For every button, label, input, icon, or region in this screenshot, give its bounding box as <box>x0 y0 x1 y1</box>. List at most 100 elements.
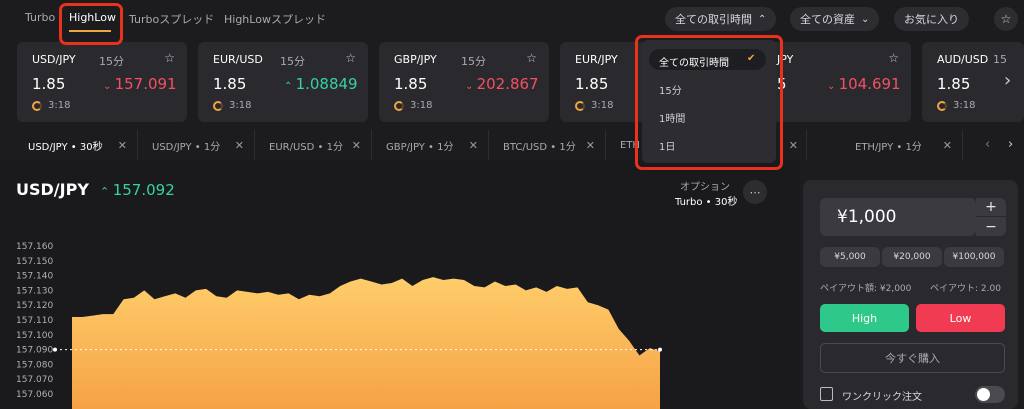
y-tick-label: 157.080 <box>16 360 53 370</box>
card-duration: 15分 <box>280 55 305 68</box>
chart-price-value: 157.092 <box>112 181 175 199</box>
card-payout: 1.85 <box>575 75 609 93</box>
card-payout: 1.85 <box>937 75 971 93</box>
asset-card-gbpjpy[interactable]: GBP/JPY 15分 ☆ 1.85 ⌄ 202.867 3:18 <box>379 42 549 122</box>
y-tick-label: 157.070 <box>16 375 53 385</box>
one-click-toggle[interactable] <box>975 386 1005 403</box>
asset-tab[interactable]: BTC/USD • 1分 ✕ <box>489 130 606 160</box>
minus-icon[interactable]: − <box>976 217 1006 236</box>
arrow-down-icon: ⌄ <box>103 81 115 92</box>
arrow-up-icon: ⌃ <box>284 81 296 92</box>
asset-card-eurusd[interactable]: EUR/USD 15分 ☆ 1.85 ⌃ 1.08849 3:18 <box>198 42 368 122</box>
chart-pair-title: USD/JPY <box>16 180 89 199</box>
asset-tab[interactable]: USD/JPY • 1分 ✕ <box>138 130 255 160</box>
current-price-marker <box>658 347 662 352</box>
asset-card-usdjpy[interactable]: USD/JPY 15分 ☆ 1.85 ⌄ 157.091 3:18 <box>17 42 187 122</box>
card-price: ⌄ 104.691 <box>827 75 901 93</box>
favorites-button[interactable]: お気に入り <box>894 7 969 31</box>
y-tick-label: 157.110 <box>16 316 53 326</box>
time-filter-button[interactable]: 全ての取引時間 ⌃ <box>665 7 777 31</box>
card-time: 3:18 <box>229 100 252 111</box>
chevron-right-icon[interactable]: › <box>1008 137 1013 152</box>
card-price-value: 202.867 <box>476 75 539 93</box>
asset-tab-label: EUR/USD • 1分 <box>269 141 343 153</box>
price-chart: 157.160 157.150 157.140 157.130 157.120 157.1… <box>16 242 662 409</box>
option-value: Turbo • 30秒 <box>675 197 738 208</box>
card-pair: GBP/JPY <box>394 53 437 66</box>
chevron-right-icon[interactable]: › <box>1004 70 1011 91</box>
asset-tab[interactable]: EUR/USD • 1分 ✕ <box>255 130 372 160</box>
star-icon[interactable]: ☆ <box>526 51 537 65</box>
y-tick-label: 157.100 <box>16 331 53 341</box>
card-duration: 15分 <box>461 55 486 68</box>
highlight-box <box>635 35 783 170</box>
asset-tab-label: USD/JPY • 30秒 <box>28 141 103 153</box>
amount-input[interactable]: ¥1,000 <box>820 198 976 236</box>
favorites-label: お気に入り <box>904 13 959 26</box>
clock-icon <box>575 101 585 111</box>
asset-tab[interactable]: GBP/JPY • 1分 ✕ <box>372 130 489 160</box>
card-payout: 1.85 <box>32 75 66 93</box>
card-pair: EUR/USD <box>213 53 263 66</box>
card-pair: AUD/USD <box>937 53 989 66</box>
close-icon[interactable]: ✕ <box>235 139 244 152</box>
quick-amount-button[interactable]: ¥20,000 <box>882 247 942 267</box>
high-button[interactable]: High <box>820 304 909 332</box>
card-duration: 15分 <box>99 55 124 68</box>
y-tick-label: 157.120 <box>16 301 53 311</box>
card-duration: 15 <box>993 53 1007 66</box>
favorites-star-icon[interactable]: ☆ <box>994 7 1018 31</box>
current-price-marker <box>53 347 57 352</box>
tab-highlow-spread[interactable]: HighLowスプレッド <box>224 11 326 27</box>
star-icon[interactable]: ☆ <box>888 51 899 65</box>
close-icon[interactable]: ✕ <box>943 139 952 152</box>
chevron-down-icon: ⌄ <box>861 13 870 25</box>
asset-tab-label: GBP/JPY • 1分 <box>386 141 454 153</box>
y-tick-label: 157.060 <box>16 390 53 400</box>
card-price-value: 1.08849 <box>295 75 358 93</box>
low-button[interactable]: Low <box>916 304 1005 332</box>
star-icon[interactable]: ☆ <box>164 51 175 65</box>
arrow-up-icon: ⌃ <box>100 185 113 198</box>
toggle-knob <box>977 388 990 401</box>
close-icon[interactable]: ✕ <box>352 139 361 152</box>
more-icon[interactable]: ⋯ <box>743 180 767 204</box>
card-price: ⌄ 157.091 <box>103 75 177 93</box>
close-icon[interactable]: ✕ <box>469 139 478 152</box>
quick-amount-button[interactable]: ¥5,000 <box>820 247 880 267</box>
chevron-left-icon[interactable]: ‹ <box>985 137 990 152</box>
card-pair: USD/JPY <box>32 53 76 66</box>
asset-tab[interactable]: ETH/JPY • 1分 ✕ <box>841 130 963 160</box>
card-price: ⌃ 1.08849 <box>284 75 358 93</box>
chart-current-price: ⌃ 157.092 <box>100 181 175 199</box>
quick-amount-button[interactable]: ¥100,000 <box>944 247 1004 267</box>
tab-turbo[interactable]: Turbo <box>25 11 55 24</box>
clock-icon <box>937 101 947 111</box>
clock-icon <box>394 101 404 111</box>
close-icon[interactable]: ✕ <box>586 139 595 152</box>
one-click-label: ワンクリック注文 <box>842 392 922 403</box>
asset-tab[interactable]: USD/JPY • 30秒 ✕ <box>14 130 138 160</box>
y-tick-label: 157.130 <box>16 286 53 296</box>
y-tick-label: 157.140 <box>16 272 53 282</box>
top-nav: Turbo HighLow Turboスプレッド HighLowスプレッド 全て… <box>0 0 1024 40</box>
close-icon[interactable]: ✕ <box>118 139 127 152</box>
clock-icon <box>213 101 223 111</box>
card-payout: 1.85 <box>213 75 247 93</box>
payout-amount: ペイアウト額: ¥2,000 <box>820 284 912 294</box>
tab-turbo-spread[interactable]: Turboスプレッド <box>129 11 214 27</box>
one-click-icon <box>820 387 833 401</box>
star-icon[interactable]: ☆ <box>345 51 356 65</box>
card-time: 3:18 <box>48 100 71 111</box>
asset-filter-button[interactable]: 全ての資産 ⌄ <box>790 7 880 31</box>
plus-icon[interactable]: + <box>976 198 1006 217</box>
card-price-value: 104.691 <box>838 75 901 93</box>
close-icon[interactable]: ✕ <box>789 139 798 152</box>
buy-now-button[interactable]: 今すぐ購入 <box>820 343 1005 373</box>
card-price: ⌄ 202.867 <box>465 75 539 93</box>
asset-tab-label: ETH/JPY • 1分 <box>855 141 922 153</box>
payout-rate: ペイアウト: 2.00 <box>930 284 1001 294</box>
arrow-down-icon: ⌄ <box>465 81 477 92</box>
card-payout: 1.85 <box>394 75 428 93</box>
card-pair: EUR/JPY <box>575 53 618 66</box>
